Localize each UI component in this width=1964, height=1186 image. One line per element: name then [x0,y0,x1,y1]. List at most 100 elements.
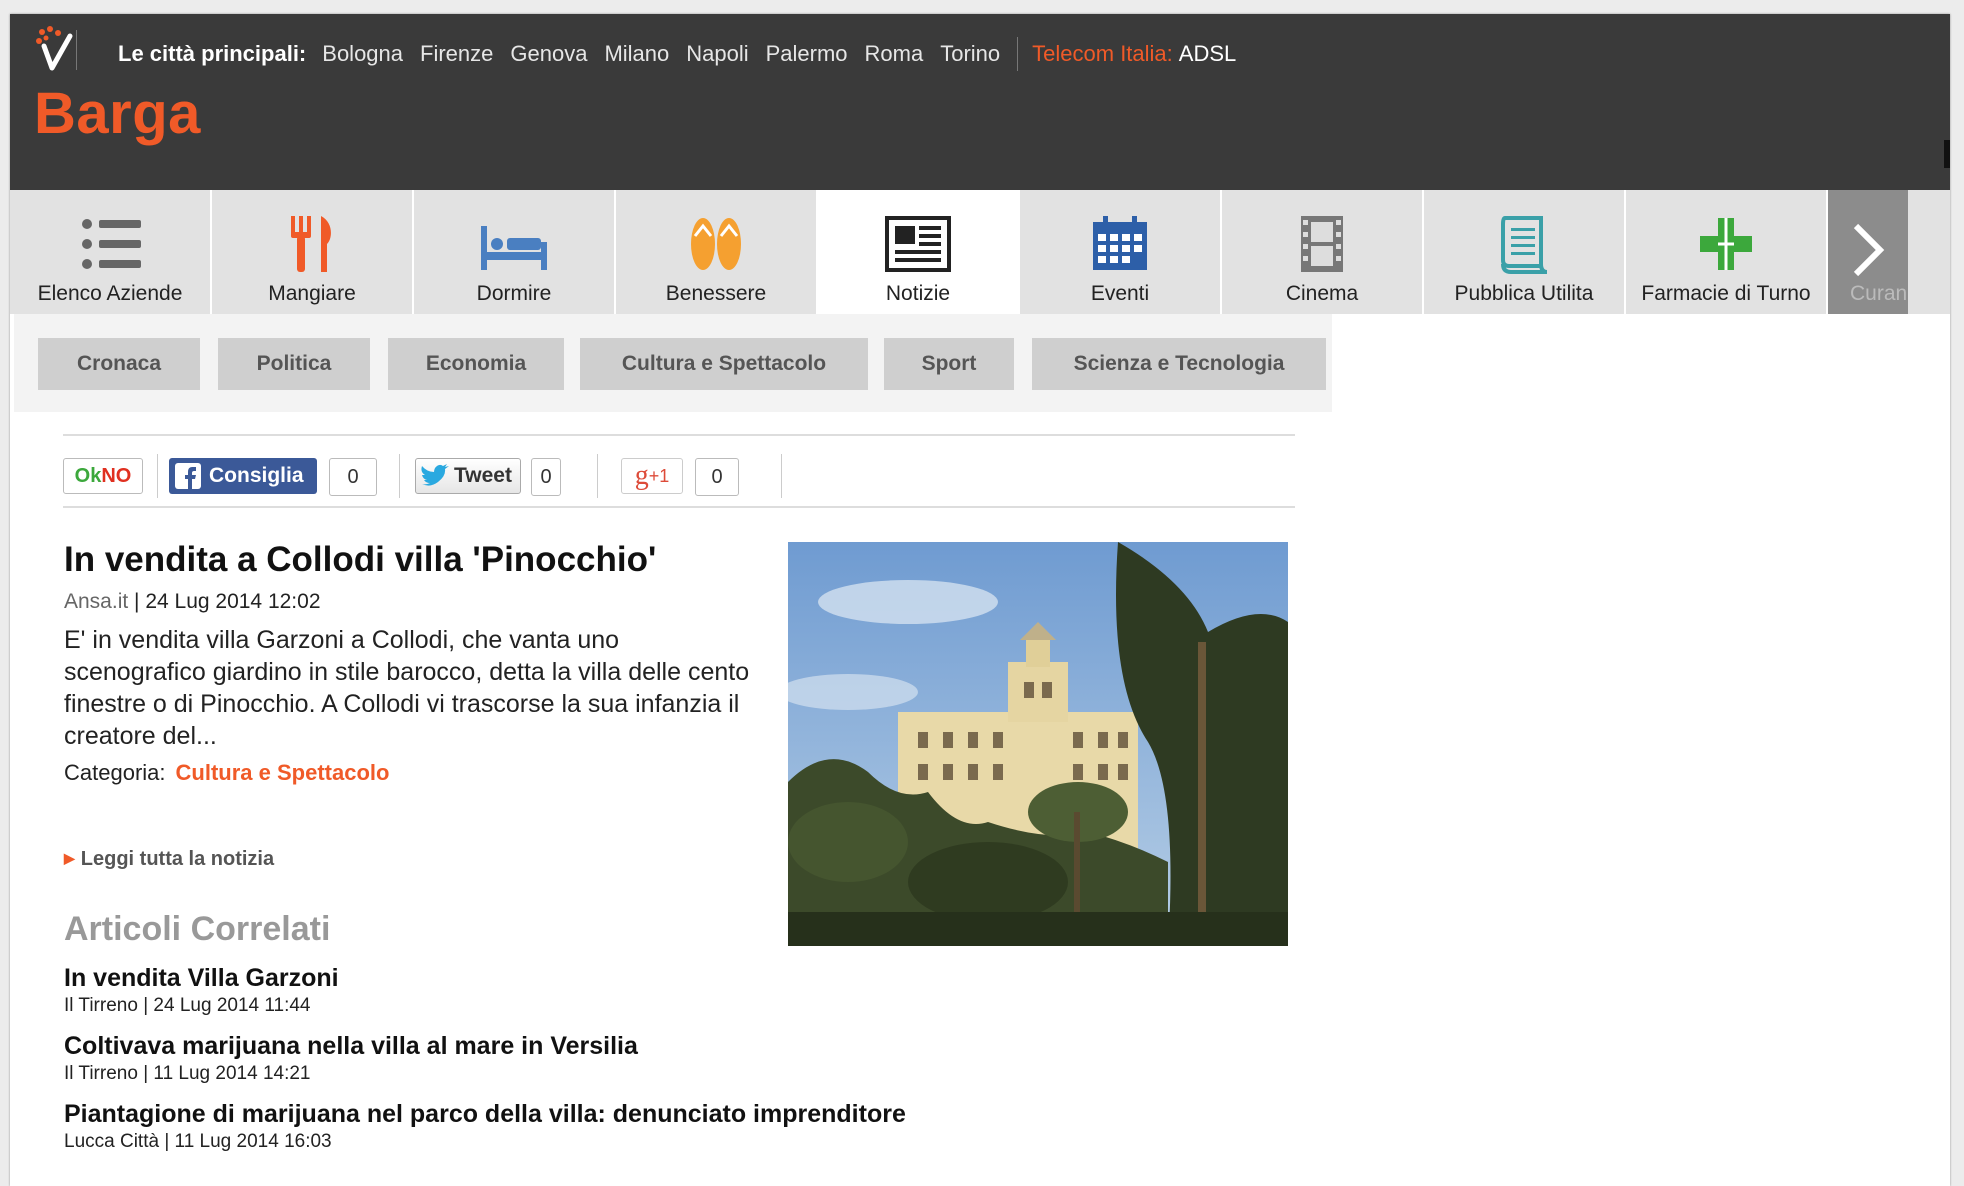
villa-photo [788,542,1288,946]
nav-item-label: Farmacie di Turno [1641,282,1811,305]
divider [597,454,598,498]
tab-scienza-e-tecnologia[interactable]: Scienza e Tecnologia [1032,338,1326,390]
tab-cultura-e-spettacolo[interactable]: Cultura e Spettacolo [580,338,868,390]
divider [781,454,782,498]
related-meta: Il Tirreno | 24 Lug 2014 11:44 [64,995,311,1016]
okno-ok-label: Ok [74,464,102,487]
twitter-bird-icon [421,464,449,486]
nav-item-label: Dormire [476,282,552,305]
category-link[interactable]: Cultura e Spettacolo [176,760,390,785]
nav-item-mangiare[interactable]: Mangiare [212,190,414,314]
article-title[interactable]: In vendita a Collodi villa 'Pinocchio' [64,540,656,580]
bed-icon [481,226,547,270]
related-item[interactable]: Coltivava marijuana nella villa al mare … [64,1032,638,1085]
facebook-recommend-button[interactable]: Consiglia [169,458,317,494]
divider [157,454,158,498]
telecom-adsl-link[interactable]: ADSL [1179,41,1236,67]
browser-viewport: Le città principali: Bologna Firenze Gen… [10,14,1950,1186]
facebook-icon [175,463,201,489]
related-source: Lucca Città [64,1131,160,1152]
related-title[interactable]: Coltivava marijuana nella villa al mare … [64,1032,638,1061]
category-nav: Elenco Aziende Mangiare Dormire Benesser… [10,190,1950,314]
cities-label: Le città principali: [118,41,307,66]
triangle-right-icon: ▶ [64,850,75,866]
city-link-genova[interactable]: Genova [510,41,587,67]
cities-bar: Le città principali: Bologna Firenze Gen… [118,32,1236,76]
related-title[interactable]: In vendita Villa Garzoni [64,964,339,993]
nav-item-label: Benessere [665,282,767,305]
city-link-napoli[interactable]: Napoli [686,41,748,67]
nav-item-elenco-aziende[interactable]: Elenco Aziende [10,190,212,314]
flip-flops-icon [691,218,741,270]
nav-item-label-partial: Curan [1850,282,1908,305]
city-link-roma[interactable]: Roma [865,41,924,67]
article-image[interactable] [788,542,1288,946]
tab-cronaca[interactable]: Cronaca [38,338,200,390]
related-date: 24 Lug 2014 11:44 [153,995,311,1016]
related-date: 11 Lug 2014 16:03 [174,1131,332,1152]
city-link-palermo[interactable]: Palermo [766,41,848,67]
nav-item-benessere[interactable]: Benessere [616,190,818,314]
city-link-milano[interactable]: Milano [604,41,669,67]
city-link-torino[interactable]: Torino [940,41,1000,67]
nav-item-label: Elenco Aziende [37,282,183,305]
social-share-bar: Ok NO Consiglia 0 Tweet 0 g +1 0 [63,434,1295,508]
related-source: Il Tirreno [64,1063,138,1084]
tweet-count: 0 [531,458,561,496]
nav-item-pubblica-utilita[interactable]: Pubblica Utilita [1424,190,1626,314]
related-title[interactable]: Piantagione di marijuana nel parco della… [64,1100,906,1129]
okno-no-label: NO [101,464,132,487]
pharmacy-cross-icon [1700,218,1752,270]
city-link-bologna[interactable]: Bologna [322,41,403,67]
tab-politica[interactable]: Politica [218,338,370,390]
newspaper-icon [885,216,951,272]
related-meta: Il Tirreno | 11 Lug 2014 14:21 [64,1063,311,1084]
news-subnav: Cronaca Politica Economia Cultura e Spet… [14,314,1332,412]
nav-item-notizie[interactable]: Notizie [818,190,1020,314]
google-plus-one-button[interactable]: g +1 [621,458,683,494]
related-date: 11 Lug 2014 14:21 [153,1063,311,1084]
nav-item-farmacie-di-turno[interactable]: Farmacie di Turno [1626,190,1828,314]
article-summary: E' in vendita villa Garzoni a Collodi, c… [64,626,750,750]
read-more-link[interactable]: ▶ Leggi tutta la notizia [64,848,274,871]
nav-item-label: Cinema [1285,282,1359,305]
related-heading: Articoli Correlati [64,910,331,948]
article-source[interactable]: Ansa.it [64,590,128,613]
nav-item-label: Notizie [885,282,951,305]
google-plus-icon: g [634,460,649,491]
nav-item-label: Eventi [1090,282,1150,305]
category-label: Categoria: [64,760,166,785]
nav-next-arrow[interactable]: Curan [1828,190,1908,314]
nav-item-eventi[interactable]: Eventi [1020,190,1222,314]
fork-knife-icon [291,216,331,272]
nav-item-cinema[interactable]: Cinema [1222,190,1424,314]
article-meta: Ansa.it | 24 Lug 2014 12:02 [64,590,321,613]
list-icon [82,219,141,269]
telecom-label[interactable]: Telecom Italia: [1032,41,1173,67]
page-title: Barga [34,81,201,146]
nav-item-label: Mangiare [268,282,356,305]
tweet-label: Tweet [454,464,512,487]
gplus-label: +1 [648,465,670,486]
film-icon [1301,216,1343,272]
tab-sport[interactable]: Sport [884,338,1014,390]
related-item[interactable]: In vendita Villa Garzoni Il Tirreno | 24… [64,964,339,1017]
nav-item-dormire[interactable]: Dormire [414,190,616,314]
okno-button[interactable]: Ok NO [63,458,143,494]
tweet-button[interactable]: Tweet [415,458,521,494]
related-meta: Lucca Città | 11 Lug 2014 16:03 [64,1131,332,1152]
facebook-count: 0 [329,458,377,496]
top-header: Le città principali: Bologna Firenze Gen… [10,14,1950,190]
article-category: Categoria: Cultura e Spettacolo [64,760,389,786]
facebook-label: Consiglia [209,464,304,487]
chevron-right-icon [1853,223,1885,277]
related-item[interactable]: Piantagione di marijuana nel parco della… [64,1100,906,1153]
article-date: 24 Lug 2014 12:02 [145,590,321,613]
tab-economia[interactable]: Economia [388,338,564,390]
site-logo-icon[interactable] [30,24,78,74]
divider [1017,37,1019,71]
divider [399,454,400,498]
nav-item-label: Pubblica Utilita [1454,282,1594,305]
city-link-firenze[interactable]: Firenze [420,41,493,67]
gplus-count: 0 [695,458,739,496]
